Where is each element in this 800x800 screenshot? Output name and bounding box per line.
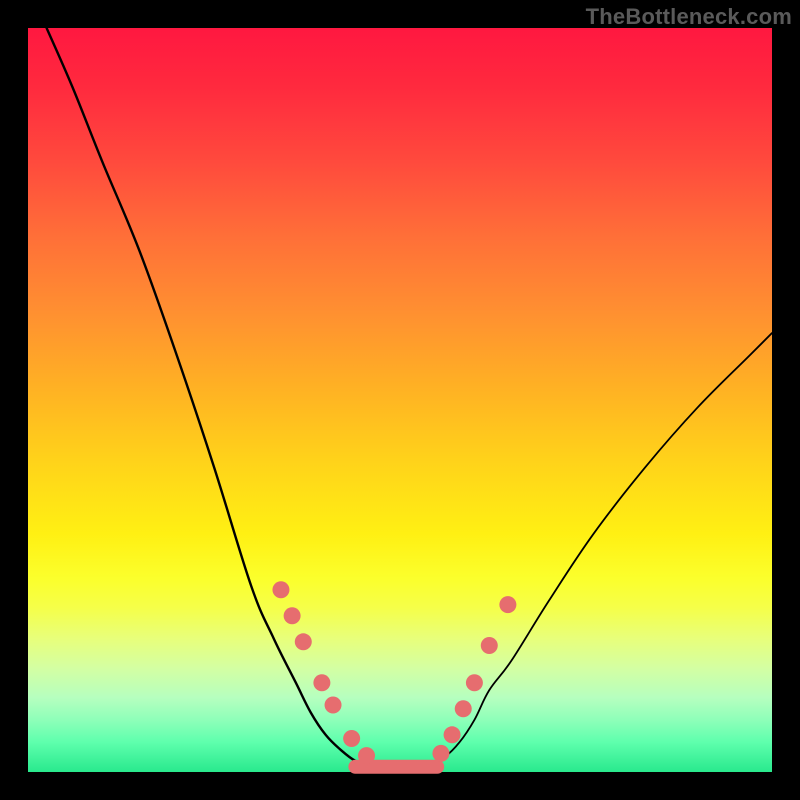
data-point-marker	[325, 697, 342, 714]
left-curve	[47, 28, 371, 765]
data-point-marker	[466, 674, 483, 691]
data-point-marker	[272, 581, 289, 598]
data-point-marker	[432, 745, 449, 762]
right-curve	[430, 333, 772, 765]
data-point-marker	[284, 607, 301, 624]
data-point-marker	[358, 747, 375, 764]
data-point-marker	[455, 700, 472, 717]
watermark-text: TheBottleneck.com	[586, 4, 792, 30]
data-point-marker	[295, 633, 312, 650]
data-point-marker	[481, 637, 498, 654]
chart-canvas	[28, 28, 772, 772]
data-point-marker	[343, 730, 360, 747]
data-point-marker	[313, 674, 330, 691]
data-point-marker	[444, 726, 461, 743]
data-point-marker	[499, 596, 516, 613]
